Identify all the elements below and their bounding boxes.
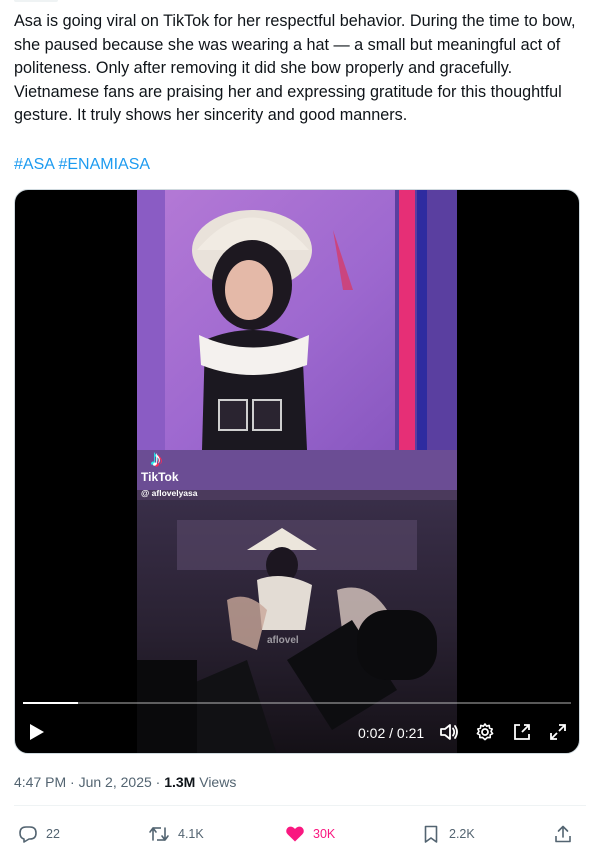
meta-separator-2: · [151, 774, 165, 790]
retweet-button[interactable]: 4.1K [148, 822, 204, 846]
actions-divider [14, 805, 586, 806]
reply-button[interactable]: 22 [18, 822, 60, 846]
video-frame[interactable]: ♪ TikTok @ aflovelyasa aflovel [137, 190, 457, 753]
reply-count: 22 [46, 827, 60, 841]
time-current: 0:02 [358, 725, 386, 741]
tweet-meta: 4:47 PM · Jun 2, 2025 · 1.3M Views [14, 773, 236, 791]
views-count: 1.3M [164, 774, 196, 790]
bookmark-icon [424, 825, 438, 843]
time-display: 0:02 / 0:21 [358, 724, 424, 742]
heart-icon [286, 826, 304, 842]
tweet-text: Asa is going viral on TikTok for her res… [14, 12, 580, 125]
progress-fill [23, 702, 78, 704]
action-bar: 22 4.1K 30K 2.2K [0, 822, 607, 846]
fullscreen-icon [550, 724, 566, 740]
tweet-detail: Asa is going viral on TikTok for her res… [0, 0, 607, 852]
tweet-date[interactable]: Jun 2, 2025 [79, 774, 152, 790]
reply-icon [19, 826, 37, 843]
share-button[interactable] [553, 822, 581, 846]
tiktok-logo-icon: ♪ [151, 446, 162, 471]
like-count: 30K [313, 827, 336, 841]
hashtag-enamiasa[interactable]: #ENAMIASA [58, 156, 150, 173]
picture-in-picture-icon [514, 724, 530, 740]
like-button[interactable]: 30K [285, 822, 335, 846]
video-player[interactable]: ♪ TikTok @ aflovelyasa aflovel 0:02 / 0:… [14, 189, 580, 754]
retweet-icon [149, 827, 169, 841]
hashtags: #ASA #ENAMIASA [14, 154, 150, 176]
retweet-count: 4.1K [178, 827, 204, 841]
time-total: 0:21 [396, 725, 425, 741]
progress-bar[interactable] [23, 702, 571, 704]
share-icon [555, 825, 571, 843]
picture-in-picture-button[interactable] [512, 722, 532, 747]
tiktok-brand: TikTok [141, 470, 179, 484]
meta-separator: · [66, 774, 79, 790]
settings-button[interactable] [475, 722, 495, 747]
fullscreen-button[interactable] [548, 722, 568, 747]
tiktok-handle: @ aflovelyasa [141, 488, 198, 498]
tweet-time[interactable]: 4:47 PM [14, 774, 66, 790]
play-icon [30, 724, 44, 740]
views-label: Views [199, 774, 237, 790]
play-button[interactable] [29, 723, 45, 741]
bookmark-count: 2.2K [449, 827, 475, 841]
video-watermark: aflovel [267, 635, 299, 646]
bookmark-button[interactable]: 2.2K [421, 822, 475, 846]
top-divider [14, 0, 58, 2]
tiktok-watermark: ♪ TikTok @ aflovelyasa [141, 448, 198, 500]
volume-button[interactable] [439, 722, 459, 747]
time-separator: / [385, 725, 397, 741]
volume-icon [440, 724, 458, 740]
gear-icon [476, 723, 494, 741]
hashtag-asa[interactable]: #ASA [14, 156, 54, 173]
